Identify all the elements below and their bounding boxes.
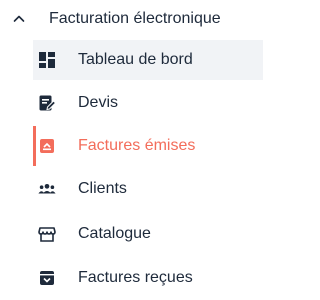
dashboard-icon	[38, 51, 56, 69]
sidebar-item-catalogue[interactable]: Catalogue	[33, 214, 263, 254]
sidebar-item-factures-recues[interactable]: Factures reçues	[33, 258, 263, 298]
sidebar-item-factures-emises[interactable]: Factures émises	[33, 126, 263, 166]
sidebar-item-label: Factures reçues	[78, 269, 193, 286]
sidebar-item-label: Catalogue	[78, 225, 151, 242]
clients-icon	[38, 180, 56, 198]
section-header-facturation[interactable]: Facturation électronique	[0, 0, 263, 38]
invoice-in-icon	[38, 269, 56, 287]
sidebar-item-label: Factures émises	[78, 137, 196, 154]
invoice-out-icon	[38, 137, 56, 155]
quote-edit-icon	[38, 94, 56, 112]
store-icon	[38, 225, 56, 243]
sidebar-item-devis[interactable]: Devis	[33, 83, 263, 123]
sidebar-item-tableau-de-bord[interactable]: Tableau de bord	[33, 40, 263, 80]
sidebar-item-label: Tableau de bord	[78, 51, 193, 68]
sidebar-item-clients[interactable]: Clients	[33, 169, 263, 209]
section-title: Facturation électronique	[49, 10, 221, 27]
sidebar-item-label: Clients	[78, 180, 127, 197]
sidebar-item-label: Devis	[78, 94, 119, 111]
active-indicator	[33, 126, 36, 166]
chevron-up-icon	[13, 15, 25, 22]
